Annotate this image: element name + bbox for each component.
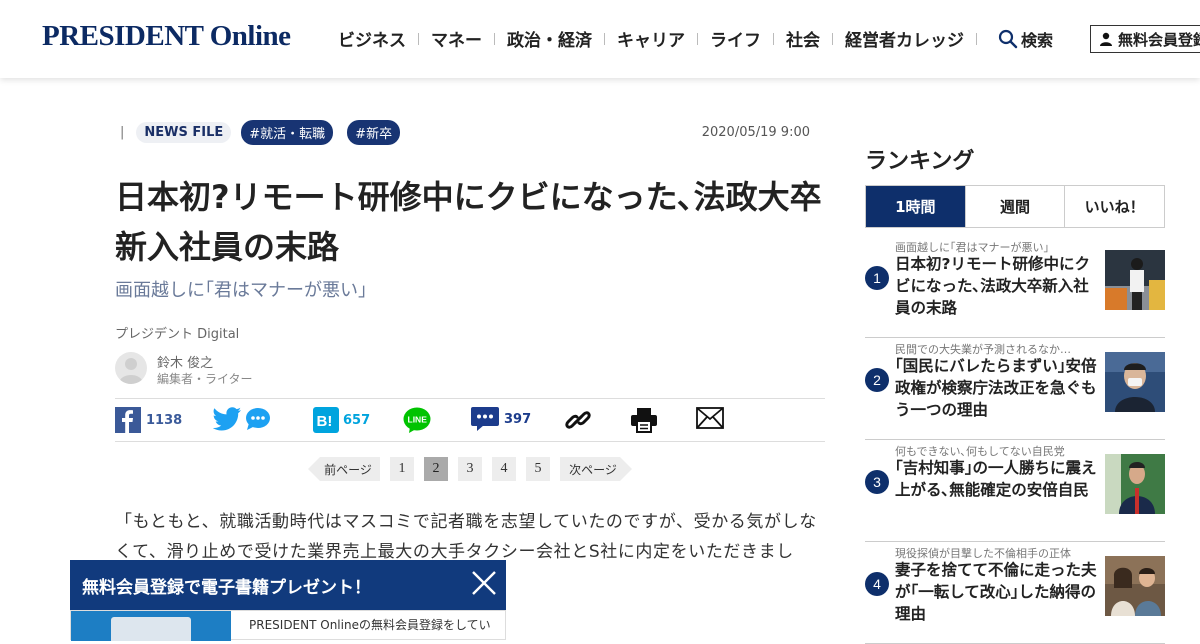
ranking-item-title[interactable]: ｢吉村知事｣の一人勝ちに震え上がる､無能確定の安倍自民 — [895, 457, 1100, 501]
line-icon: LINE — [403, 407, 431, 433]
avatar-placeholder-icon — [119, 358, 143, 384]
rank-number: 4 — [865, 572, 889, 596]
hatena-bookmark-count: 657 — [343, 412, 371, 428]
mail-icon — [696, 407, 724, 429]
tag-new-graduate[interactable]: #新卒 — [347, 119, 401, 145]
page-4-link[interactable]: 4 — [492, 457, 516, 481]
category-badge[interactable]: NEWS FILE — [136, 121, 232, 143]
facebook-share-button[interactable]: 1138 — [115, 407, 182, 433]
speech-bubble-icon — [246, 408, 270, 430]
ranking-item-title[interactable]: 妻子を捨てて不倫に走った夫が｢一転して改心｣した納得の理由 — [895, 559, 1100, 625]
facebook-icon — [115, 407, 141, 433]
ranking-thumbnail[interactable] — [1105, 250, 1165, 310]
hatena-bookmark-button[interactable]: B! 657 — [313, 407, 370, 433]
author-role: 編集者・ライター — [157, 372, 253, 386]
comment-button[interactable]: 397 — [471, 407, 531, 431]
search-icon — [998, 29, 1018, 49]
svg-text:LINE: LINE — [408, 415, 428, 425]
nav-item-money[interactable]: マネー — [431, 26, 482, 51]
register-button[interactable]: 無料会員登録 — [1090, 25, 1200, 53]
article-title: 日本初?リモート研修中にクビになった､法政大卒新入社員の末路 — [115, 178, 822, 266]
copy-link-button[interactable] — [565, 407, 591, 433]
ranking-heading: ランキング — [865, 149, 975, 174]
ranking-thumbnail[interactable] — [1105, 556, 1165, 616]
article-body: 「もともと、就職活動時代はマスコミで記者職を志望していたのですが、受かる気がしな… — [115, 512, 817, 562]
ranking-item-title[interactable]: ｢国民にバレたらまずい｣安倍政権が検察庁法改正を急ぐもう一つの理由 — [895, 355, 1100, 421]
tab-likes[interactable]: いいね！ — [1064, 186, 1164, 227]
registration-popup: 無料会員登録で電子書籍プレゼント！ PRESIDENT Onlineの無料会員登… — [70, 560, 506, 641]
nav-divider — [604, 32, 605, 45]
rank-number: 1 — [865, 266, 889, 290]
popup-title: 無料会員登録で電子書籍プレゼント！ — [82, 577, 371, 598]
article-subtitle: 画面越しに｢君はマナーが悪い｣ — [115, 280, 367, 301]
line-share-button[interactable]: LINE — [403, 407, 431, 433]
twitter-icon — [213, 407, 241, 431]
search-label: 検索 — [1021, 31, 1054, 50]
article-source[interactable]: プレジデント Digital — [115, 323, 239, 342]
comment-icon — [471, 407, 499, 431]
twitter-share-button[interactable] — [213, 407, 271, 431]
comment-count: 397 — [504, 411, 532, 427]
ranking-thumbnail[interactable] — [1105, 352, 1165, 412]
email-share-button[interactable] — [696, 407, 724, 429]
user-icon — [1100, 32, 1112, 46]
register-label: 無料会員登録 — [1118, 30, 1200, 49]
nav-item-society[interactable]: 社会 — [786, 26, 820, 51]
nav-item-life[interactable]: ライフ — [710, 26, 761, 51]
rank-number: 2 — [865, 368, 889, 392]
nav-divider — [976, 32, 977, 45]
page-1-link[interactable]: 1 — [390, 457, 414, 481]
popup-header: 無料会員登録で電子書籍プレゼント！ — [70, 560, 506, 610]
article-meta: | NEWS FILE #就活・転職 #新卒 2020/05/19 9:00 — [115, 119, 810, 145]
rank-number: 3 — [865, 470, 889, 494]
page-2-current[interactable]: 2 — [424, 457, 448, 481]
facebook-share-count: 1138 — [146, 412, 183, 428]
ranking-item-title[interactable]: 日本初?リモート研修中にクビになった､法政大卒新入社員の末路 — [895, 253, 1100, 319]
close-icon[interactable] — [470, 569, 498, 597]
tab-1-hour[interactable]: 1時間 — [866, 186, 965, 227]
nav-divider — [773, 32, 774, 45]
ranking-item[interactable]: 1 画面越しに｢君はマナーが悪い｣ 日本初?リモート研修中にクビになった､法政大… — [865, 236, 1165, 338]
ranking-thumbnail[interactable] — [1105, 454, 1165, 514]
search-button[interactable]: 検索 — [998, 27, 1053, 51]
ranking-tabs: 1時間 週間 いいね！ — [865, 185, 1165, 228]
popup-body: PRESIDENT Onlineの無料会員登録をしてい — [70, 610, 506, 641]
author-name[interactable]: 鈴木 俊之 — [157, 352, 213, 371]
avatar[interactable] — [115, 352, 147, 384]
ebook-image — [71, 611, 231, 641]
link-icon — [565, 411, 591, 429]
site-logo[interactable]: PRESIDENT Online — [42, 20, 291, 53]
tab-weekly[interactable]: 週間 — [964, 186, 1065, 227]
publish-date: 2020/05/19 9:00 — [701, 124, 810, 140]
nav-divider — [494, 32, 495, 45]
svg-text:B!: B! — [317, 413, 333, 430]
meta-divider: | — [120, 124, 125, 140]
ranking-item[interactable]: 2 民間での大失業が予測されるなか… ｢国民にバレたらまずい｣安倍政権が検察庁法… — [865, 338, 1165, 440]
page-3-link[interactable]: 3 — [458, 457, 482, 481]
nav-item-politics-economy[interactable]: 政治・経済 — [507, 26, 592, 51]
print-button[interactable] — [630, 407, 658, 433]
hatena-bookmark-icon: B! — [313, 407, 339, 433]
share-bar: 1138 B! 657 LINE 397 — [115, 398, 825, 442]
printer-icon — [631, 408, 657, 433]
page-5-link[interactable]: 5 — [526, 457, 550, 481]
tag-job-hunting[interactable]: #就活・転職 — [241, 119, 334, 145]
nav-divider — [697, 32, 698, 45]
prev-page-button[interactable]: 前ページ — [308, 457, 380, 481]
ranking-item[interactable]: 3 何もできない､何もしてない自民党 ｢吉村知事｣の一人勝ちに震え上がる､無能確… — [865, 440, 1165, 542]
nav-divider — [832, 32, 833, 45]
site-header: PRESIDENT Online ビジネス マネー 政治・経済 キャリア ライフ… — [0, 0, 1200, 78]
popup-text: PRESIDENT Onlineの無料会員登録をしてい — [249, 618, 491, 632]
nav-item-business[interactable]: ビジネス — [338, 26, 406, 51]
nav-item-executive-college[interactable]: 経営者カレッジ — [845, 26, 964, 51]
next-page-button[interactable]: 次ページ — [560, 457, 632, 481]
nav-item-career[interactable]: キャリア — [617, 26, 685, 51]
ranking-item[interactable]: 4 現役探偵が目撃した不倫相手の正体 妻子を捨てて不倫に走った夫が｢一転して改心… — [865, 542, 1165, 644]
main-nav: ビジネス マネー 政治・経済 キャリア ライフ 社会 経営者カレッジ — [338, 26, 989, 51]
nav-divider — [418, 32, 419, 45]
